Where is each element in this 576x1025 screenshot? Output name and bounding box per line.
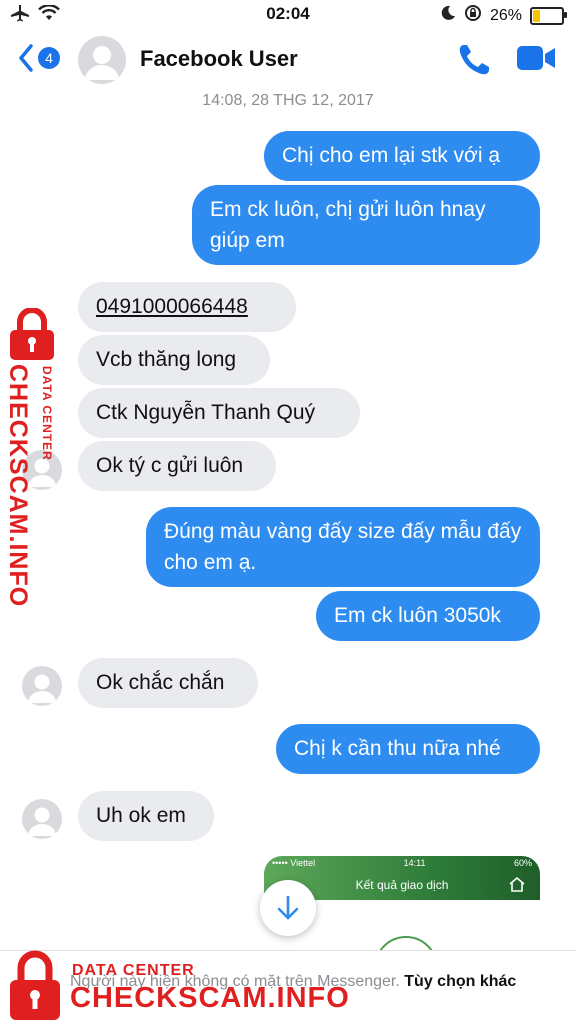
rotation-lock-icon bbox=[464, 4, 482, 27]
thumb-carrier: ••••• Viettel bbox=[272, 858, 316, 868]
chat-header: 4 Facebook User bbox=[0, 30, 576, 92]
home-icon bbox=[508, 876, 526, 897]
scroll-to-bottom-button[interactable] bbox=[260, 880, 316, 936]
contact-avatar-small bbox=[22, 666, 62, 706]
message-incoming[interactable]: Uh ok em bbox=[78, 791, 214, 841]
message-incoming-link[interactable]: 0491000066448 bbox=[78, 282, 296, 332]
status-bar: 02:04 26% bbox=[0, 0, 576, 30]
contact-name[interactable]: Facebook User bbox=[140, 46, 298, 72]
battery-percent: 26% bbox=[489, 6, 522, 24]
watermark-sub-text: DATA CENTER bbox=[40, 366, 54, 461]
back-button[interactable]: 4 bbox=[18, 44, 60, 72]
watermark-bottom: DATA CENTER CHECKSCAM.INFO bbox=[6, 948, 366, 1024]
watermark-vertical: CHECKSCAM.INFO DATA CENTER bbox=[4, 308, 60, 607]
conversation-timestamp: 14:08, 28 THG 12, 2017 bbox=[202, 92, 374, 109]
video-call-button[interactable] bbox=[516, 44, 556, 77]
battery-level bbox=[533, 9, 540, 22]
watermark-main-text: CHECKSCAM.INFO bbox=[4, 364, 32, 608]
padlock-icon bbox=[10, 308, 54, 360]
padlock-icon bbox=[10, 950, 60, 1020]
message-outgoing[interactable]: Đúng màu vàng đấy size đấy mẫu đấy cho e… bbox=[146, 507, 540, 587]
phone-icon bbox=[459, 45, 489, 75]
message-outgoing[interactable]: Em ck luôn 3050k bbox=[316, 591, 540, 641]
arrow-down-icon bbox=[277, 895, 299, 920]
message-outgoing[interactable]: Chị k cần thu nữa nhé bbox=[276, 724, 540, 774]
thumb-battery: 60% bbox=[513, 858, 532, 868]
message-outgoing[interactable]: Chị cho em lại stk với ạ bbox=[264, 131, 540, 181]
more-options-link[interactable]: Tùy chọn khác bbox=[404, 973, 516, 990]
chevron-left-icon bbox=[19, 44, 33, 72]
video-camera-icon bbox=[517, 46, 555, 70]
message-incoming[interactable]: Ok tý c gửi luôn bbox=[78, 441, 276, 491]
moon-icon bbox=[440, 5, 456, 26]
message-incoming[interactable]: Vcb thăng long bbox=[78, 335, 270, 385]
message-incoming[interactable]: Ctk Nguyễn Thanh Quý bbox=[78, 388, 360, 438]
message-outgoing[interactable]: Em ck luôn, chị gửi luôn hnay giúp em bbox=[192, 185, 540, 265]
watermark-main-text: CHECKSCAM.INFO bbox=[70, 982, 350, 1014]
message-incoming[interactable]: Ok chắc chắn bbox=[78, 658, 258, 708]
contact-avatar-small bbox=[22, 799, 62, 839]
unread-badge: 4 bbox=[38, 47, 60, 69]
contact-avatar[interactable] bbox=[78, 36, 126, 84]
phone-call-button[interactable] bbox=[456, 42, 492, 83]
thumb-time: 14:11 bbox=[403, 858, 426, 868]
battery-icon bbox=[530, 6, 567, 25]
watermark-sub-text: DATA CENTER bbox=[72, 962, 195, 979]
